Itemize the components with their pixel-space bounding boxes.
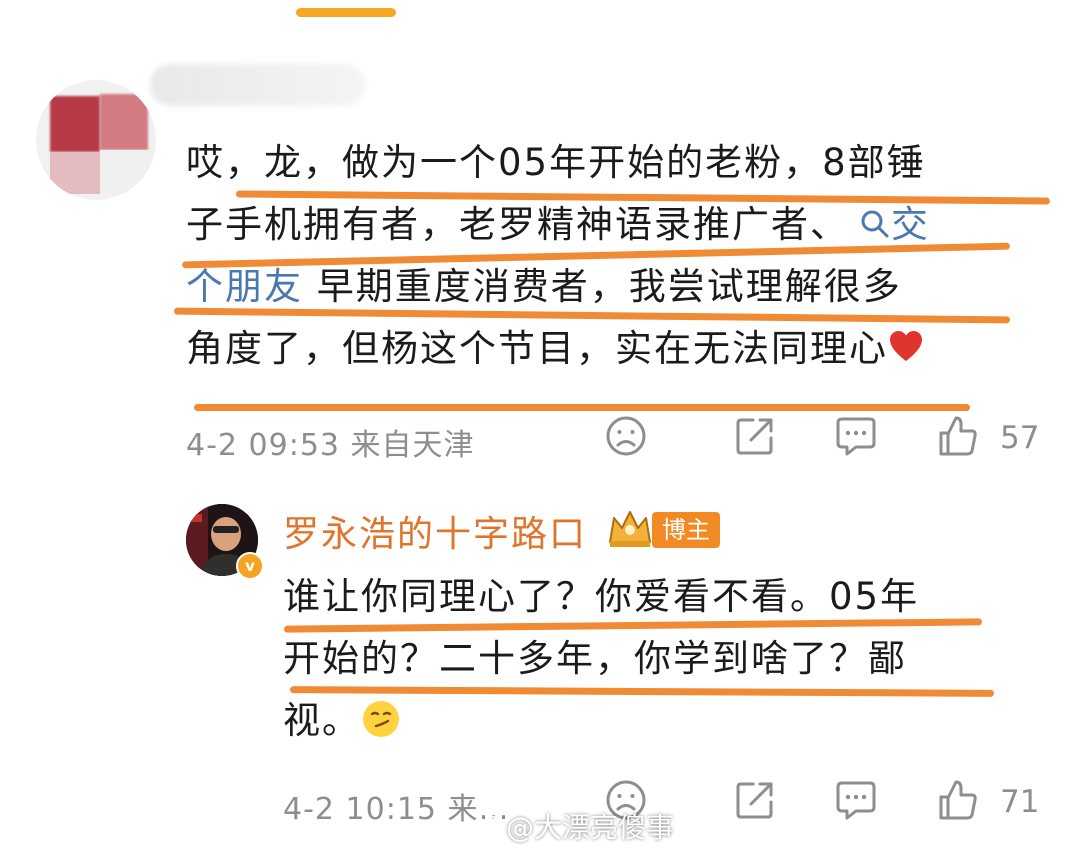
tab-indicator	[296, 8, 396, 17]
comment-line: 角度了，但杨这个节目，实在无法同理心	[186, 318, 1046, 380]
share-icon[interactable]	[733, 414, 777, 458]
dislike-face-icon[interactable]	[604, 414, 648, 458]
author-badge: 博主	[652, 512, 720, 548]
watermark: @大漂亮傻事	[468, 806, 674, 846]
share-icon[interactable]	[733, 778, 777, 822]
verified-icon: v	[236, 552, 264, 580]
like-count: 57	[1000, 420, 1040, 456]
reply-body: 谁让你同理心了？你爱看不看。05年 开始的？二十多年，你学到啥了？鄙 视。	[283, 566, 1043, 752]
topic-link[interactable]: 个朋友	[186, 265, 303, 308]
heart-emoji-icon	[890, 331, 922, 361]
username-blurred[interactable]	[150, 64, 365, 106]
weibo-logo-icon	[468, 815, 501, 841]
comment-line: 哎，龙，做为一个05年开始的老粉，8部锤	[186, 141, 926, 184]
comment-icon[interactable]	[834, 778, 878, 822]
comment-line: 开始的？二十多年，你学到啥了？鄙	[283, 637, 907, 680]
username[interactable]: 罗永浩的十字路口	[283, 505, 587, 557]
like-count: 71	[1000, 784, 1040, 820]
timestamp: 4-2 10:15	[283, 792, 437, 827]
comment-meta: 4-2 09:53 来自天津	[186, 420, 475, 464]
crown-icon	[609, 511, 651, 547]
like-thumb-icon[interactable]	[936, 414, 980, 458]
location: 来自天津	[350, 428, 475, 463]
timestamp: 4-2 09:53	[186, 428, 340, 463]
comment-line: 视。	[283, 690, 1043, 752]
smirk-emoji-icon	[363, 701, 399, 737]
topic-link[interactable]: 交	[849, 203, 930, 246]
like-thumb-icon[interactable]	[936, 778, 980, 822]
search-icon	[861, 210, 889, 238]
comment-icon[interactable]	[834, 414, 878, 458]
annotation-underline	[194, 404, 970, 411]
avatar-blurred[interactable]	[36, 80, 156, 200]
